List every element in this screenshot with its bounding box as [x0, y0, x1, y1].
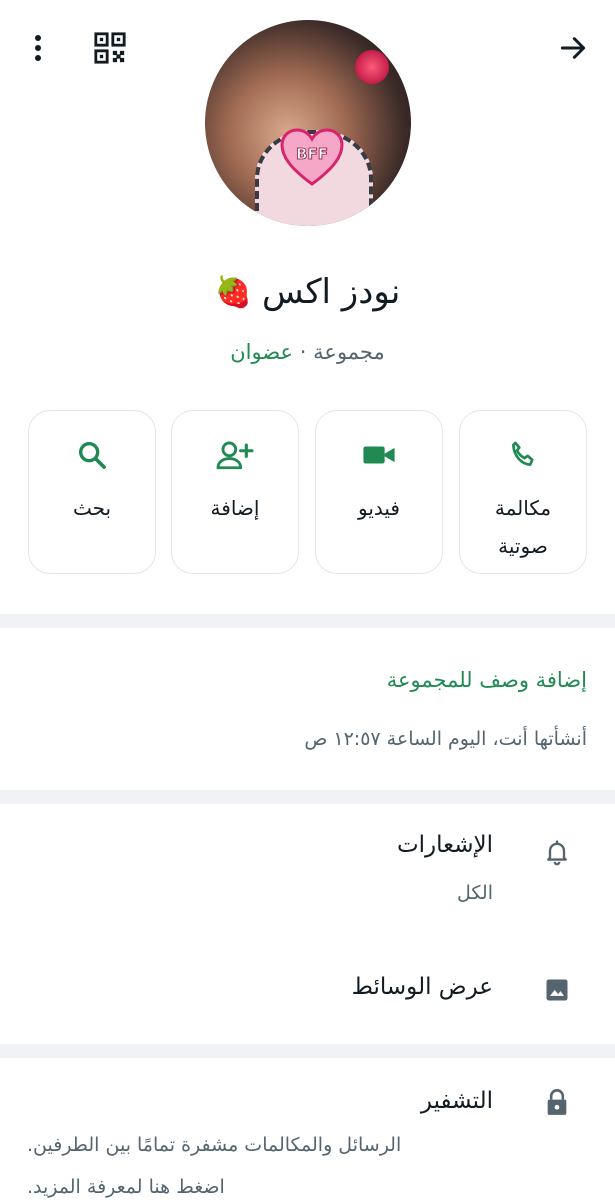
video-call-button[interactable]: فيديو [315, 410, 443, 574]
notifications-value: الكل [457, 882, 493, 904]
voice-call-label: مكالمة صوتية [494, 496, 552, 558]
search-icon [78, 441, 106, 469]
bell-icon [547, 840, 567, 866]
qr-code-icon [94, 32, 126, 64]
avatar-rose-decoration [355, 50, 389, 84]
more-options-button[interactable] [22, 28, 54, 68]
section-divider [0, 1044, 615, 1058]
add-person-icon [216, 441, 254, 470]
arrow-right-icon [560, 37, 586, 59]
add-participant-label: إضافة [210, 496, 260, 520]
video-call-label: فيديو [358, 496, 400, 520]
avatar-badge-text: BFF [296, 145, 328, 163]
qr-code-button[interactable] [88, 26, 132, 70]
group-title-row: نودز اكس 🍓 [0, 262, 615, 322]
group-type: مجموعة [313, 340, 385, 364]
group-avatar[interactable]: BFF [205, 20, 411, 226]
notifications-title: الإشعارات [396, 832, 493, 858]
media-setting[interactable]: عرض الوسائط [0, 940, 615, 1040]
add-group-description-link[interactable]: إضافة وصف للمجموعة [387, 668, 587, 692]
subtitle-separator: · [299, 340, 307, 364]
strawberry-emoji: 🍓 [214, 274, 252, 310]
add-participant-button[interactable]: إضافة [171, 410, 299, 574]
encryption-line-1: الرسائل والمكالمات مشفرة تمامًا بين الطر… [27, 1134, 402, 1156]
encryption-title: التشفير [420, 1088, 493, 1114]
section-divider [0, 790, 615, 804]
search-label: بحث [72, 496, 112, 520]
group-members-link[interactable]: عضوان [230, 340, 293, 364]
more-vertical-icon [35, 35, 41, 61]
image-icon [546, 979, 568, 1001]
encryption-setting[interactable]: التشفير الرسائل والمكالمات مشفرة تمامًا … [0, 1058, 615, 1200]
encryption-line-2: اضغط هنا لمعرفة المزيد. [27, 1176, 225, 1198]
section-divider [0, 614, 615, 628]
lock-icon [547, 1089, 567, 1115]
back-button[interactable] [553, 28, 593, 68]
media-title: عرض الوسائط [351, 974, 493, 1000]
bff-heart-sticker: BFF [280, 128, 344, 186]
phone-icon [512, 441, 534, 466]
group-created-info: أنشأتها أنت، اليوم الساعة ١٢:٥٧ ص [304, 728, 587, 750]
group-name: نودز اكس [262, 272, 401, 312]
notifications-setting[interactable]: الإشعارات الكل [0, 804, 615, 924]
video-icon [363, 446, 395, 464]
search-button[interactable]: بحث [28, 410, 156, 574]
voice-call-button[interactable]: مكالمة صوتية [459, 410, 587, 574]
group-subtitle: مجموعة · عضوان [0, 340, 615, 364]
